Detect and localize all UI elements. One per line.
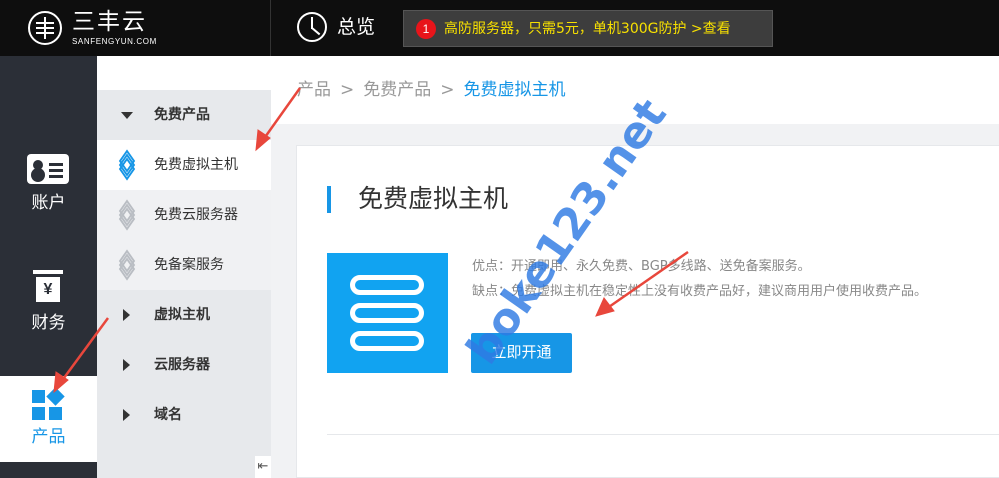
subnav-group-label: 云服务器 (154, 357, 210, 373)
collapse-sidebar-icon[interactable]: ⇤ (255, 456, 271, 478)
promo-text[interactable]: 高防服务器，只需5元，单机300G防护 >查看 (444, 20, 731, 38)
card-divider (327, 434, 999, 435)
subnav-header (97, 56, 271, 90)
top-bar: 三丰云 SANFENGYUN.COM 总览 1 高防服务器，只需5元，单机300… (0, 0, 999, 56)
subnav-group-free-products[interactable]: 免费产品 (97, 90, 271, 140)
overview-pie-icon[interactable] (297, 12, 327, 42)
caret-right-icon (123, 409, 130, 421)
logo-text: 三丰云 (72, 9, 147, 35)
sidebar-item-label: 财务 (31, 313, 66, 333)
overview-link[interactable]: 总览 (337, 14, 375, 40)
sub-navigation: 免费产品 免费虚拟主机 免费云服务器 免备案服务 虚拟主机 云服务器 域名 ⇤ (97, 56, 271, 478)
sidebar-item-product[interactable]: 产品 (0, 376, 97, 462)
sidebar-item-finance[interactable]: ¥ 财务 (0, 262, 97, 348)
product-tile (327, 253, 448, 373)
breadcrumb-bar: 产品 > 免费产品 > 免费虚拟主机 (271, 56, 999, 124)
subnav-group-label: 免费产品 (154, 107, 210, 123)
server-stack-icon (350, 275, 424, 351)
sidebar-item-account[interactable]: 账户 (0, 142, 97, 228)
logo[interactable]: 三丰云 SANFENGYUN.COM (24, 8, 184, 50)
breadcrumb-item-free-products[interactable]: 免费产品 (363, 80, 431, 100)
product-card: 免费虚拟主机 优点：开通即用、永久免费、BGP多线路、送免备案服务。 缺点：免费… (296, 145, 999, 478)
subnav-item-free-virtual-host[interactable]: 免费虚拟主机 (97, 140, 271, 190)
caret-down-icon (121, 112, 133, 119)
activate-now-button[interactable]: 立即开通 (471, 333, 572, 373)
logo-subtext: SANFENGYUN.COM (72, 37, 157, 46)
caret-right-icon (123, 359, 130, 371)
layers-icon (117, 249, 137, 281)
main-content: 产品 > 免费产品 > 免费虚拟主机 免费虚拟主机 优点：开通即用、永久免费、BGP多线… (271, 56, 999, 478)
breadcrumb: 产品 > 免费产品 > 免费虚拟主机 (297, 78, 566, 102)
account-card-icon (27, 154, 69, 184)
subnav-item-label: 免备案服务 (154, 257, 224, 273)
sidebar-item-label: 账户 (31, 193, 66, 213)
subnav-group-label: 虚拟主机 (154, 307, 210, 323)
yen-icon: ¥ (33, 270, 63, 304)
breadcrumb-item-products[interactable]: 产品 (297, 80, 331, 100)
main-sidebar: 账户 ¥ 财务 产品 (0, 56, 97, 478)
breadcrumb-separator: > (340, 80, 355, 100)
subnav-item-label: 免费云服务器 (154, 207, 238, 223)
logo-mark-icon (28, 11, 62, 45)
title-accent-bar (327, 186, 331, 213)
subnav-group-label: 域名 (154, 407, 182, 423)
subnav-group-virtual-host[interactable]: 虚拟主机 (97, 290, 271, 340)
subnav-item-free-cloud-server[interactable]: 免费云服务器 (97, 190, 271, 240)
subnav-item-no-filing-service[interactable]: 免备案服务 (97, 240, 271, 290)
breadcrumb-separator: > (440, 80, 455, 100)
subnav-group-cloud-server[interactable]: 云服务器 (97, 340, 271, 390)
layers-icon (117, 149, 137, 181)
subnav-item-label: 免费虚拟主机 (154, 157, 238, 173)
pros-text: 优点：开通即用、永久免费、BGP多线路、送免备案服务。 (472, 259, 811, 274)
caret-right-icon (123, 309, 130, 321)
subnav-group-domain[interactable]: 域名 (97, 390, 271, 440)
topbar-divider (270, 0, 271, 56)
page-title: 免费虚拟主机 (358, 184, 509, 213)
promo-banner[interactable]: 1 高防服务器，只需5元，单机300G防护 >查看 (403, 10, 773, 47)
layers-icon (117, 199, 137, 231)
product-grid-icon (32, 387, 65, 420)
breadcrumb-item-current: 免费虚拟主机 (463, 80, 566, 100)
cons-text: 缺点：免费虚拟主机在稳定性上没有收费产品好，建议商用用户使用收费产品。 (472, 284, 928, 299)
promo-number-badge: 1 (416, 19, 436, 39)
sidebar-item-label: 产品 (31, 427, 66, 447)
